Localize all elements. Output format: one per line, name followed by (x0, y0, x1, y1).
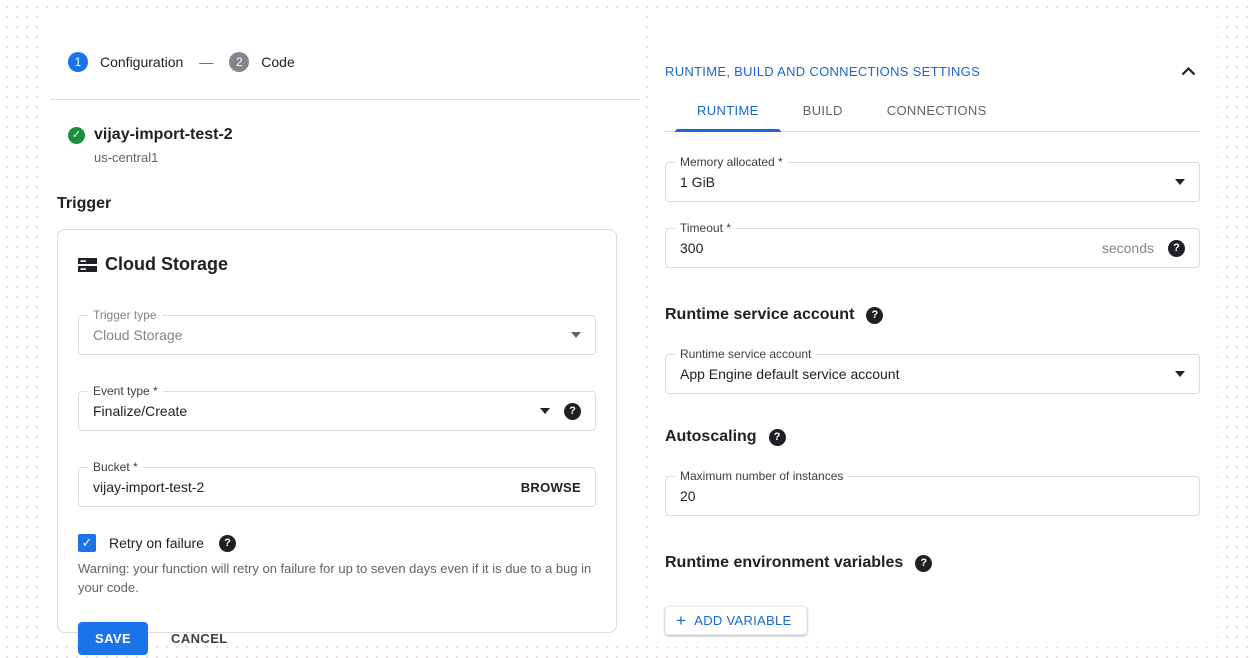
timeout-help-icon[interactable]: ? (1168, 240, 1185, 257)
tab-build[interactable]: BUILD (781, 103, 865, 131)
function-region: us-central1 (94, 150, 640, 165)
trigger-type-label: Trigger type (88, 308, 162, 323)
memory-allocated-select[interactable]: Memory allocated * 1 GiB (665, 162, 1200, 202)
cloud-storage-icon (78, 257, 97, 273)
autoscaling-heading: Autoscaling ? (665, 428, 1200, 446)
trigger-card: Cloud Storage Trigger type Cloud Storage… (57, 229, 617, 633)
timeout-input[interactable] (680, 240, 1102, 256)
function-name: vijay-import-test-2 (94, 126, 233, 144)
retry-checkbox[interactable]: ✓ (78, 534, 96, 552)
success-check-icon: ✓ (68, 127, 85, 144)
runtime-service-account-value: App Engine default service account (680, 366, 1175, 382)
add-variable-button[interactable]: + ADD VARIABLE (665, 606, 807, 635)
runtime-service-account-select[interactable]: Runtime service account App Engine defau… (665, 354, 1200, 394)
function-config-panel: 1 Configuration — 2 Code ✓ vijay-import-… (43, 14, 640, 641)
bucket-label: Bucket * (88, 460, 143, 475)
runtime-settings-panel: RUNTIME, BUILD AND CONNECTIONS SETTINGS … (653, 14, 1217, 647)
env-variables-help-icon[interactable]: ? (915, 555, 932, 572)
header-divider (50, 99, 640, 100)
retry-label: Retry on failure (109, 535, 204, 551)
bucket-field: Bucket * BROWSE (78, 467, 596, 507)
event-type-select[interactable]: Event type * Finalize/Create ? (78, 391, 596, 431)
step-configuration-circle[interactable]: 1 (68, 52, 88, 72)
trigger-type-select[interactable]: Trigger type Cloud Storage (78, 315, 596, 355)
browse-button[interactable]: BROWSE (521, 480, 581, 495)
plus-icon: + (676, 614, 686, 628)
step-separator: — (199, 54, 213, 70)
chevron-up-icon[interactable] (1181, 67, 1196, 76)
trigger-card-title: Cloud Storage (105, 254, 228, 275)
trigger-actions-row: SAVE CANCEL (78, 622, 596, 655)
autoscaling-help-icon[interactable]: ? (769, 429, 786, 446)
runtime-service-account-heading-text: Runtime service account (665, 306, 854, 324)
event-type-label: Event type * (88, 384, 163, 399)
service-account-help-icon[interactable]: ? (866, 307, 883, 324)
runtime-service-account-heading: Runtime service account ? (665, 306, 1200, 324)
retry-warning-text: Warning: your function will retry on fai… (78, 559, 596, 597)
env-variables-heading-text: Runtime environment variables (665, 554, 903, 572)
dropdown-arrow-icon (1175, 179, 1185, 185)
event-type-help-icon[interactable]: ? (564, 403, 581, 420)
function-title-row: ✓ vijay-import-test-2 (68, 126, 640, 144)
env-variables-heading: Runtime environment variables ? (665, 554, 1200, 572)
cancel-button[interactable]: CANCEL (171, 631, 228, 646)
tab-connections[interactable]: CONNECTIONS (865, 103, 1009, 131)
dropdown-arrow-icon (540, 408, 550, 414)
retry-help-icon[interactable]: ? (219, 535, 236, 552)
memory-allocated-label: Memory allocated * (675, 155, 788, 170)
settings-expander[interactable]: RUNTIME, BUILD AND CONNECTIONS SETTINGS (665, 64, 1200, 79)
trigger-section-title: Trigger (57, 195, 640, 213)
settings-expander-label: RUNTIME, BUILD AND CONNECTIONS SETTINGS (665, 64, 980, 79)
step-code-label[interactable]: Code (261, 54, 294, 70)
memory-allocated-value: 1 GiB (680, 174, 1175, 190)
autoscaling-heading-text: Autoscaling (665, 428, 757, 446)
add-variable-label: ADD VARIABLE (694, 613, 791, 628)
dropdown-arrow-icon (571, 332, 581, 338)
save-button[interactable]: SAVE (78, 622, 148, 655)
step-configuration-label[interactable]: Configuration (100, 54, 183, 70)
cloud-function-edit-page: 1 Configuration — 2 Code ✓ vijay-import-… (0, 0, 1252, 658)
trigger-card-title-row: Cloud Storage (78, 254, 596, 275)
dropdown-arrow-icon (1175, 371, 1185, 377)
settings-tabs: RUNTIME BUILD CONNECTIONS (665, 103, 1200, 132)
retry-on-failure-row: ✓ Retry on failure ? (78, 534, 596, 552)
runtime-service-account-label: Runtime service account (675, 347, 816, 362)
tab-runtime[interactable]: RUNTIME (675, 103, 781, 131)
max-instances-field: Maximum number of instances (665, 476, 1200, 516)
trigger-type-value: Cloud Storage (93, 327, 571, 343)
bucket-input[interactable] (93, 479, 521, 495)
stepper: 1 Configuration — 2 Code (68, 52, 640, 72)
max-instances-label: Maximum number of instances (675, 469, 848, 484)
event-type-value: Finalize/Create (93, 403, 540, 419)
step-code-circle[interactable]: 2 (229, 52, 249, 72)
timeout-unit: seconds (1102, 240, 1154, 256)
timeout-field: Timeout * seconds ? (665, 228, 1200, 268)
timeout-label: Timeout * (675, 221, 736, 236)
max-instances-input[interactable] (680, 488, 1185, 504)
